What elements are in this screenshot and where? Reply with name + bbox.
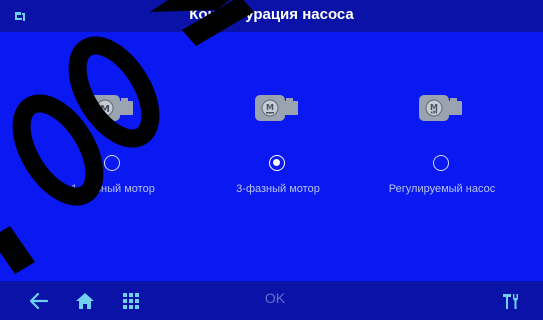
grid-menu-icon [123, 292, 139, 309]
variable-pump-icon: M [419, 95, 462, 121]
three-phase-motor-icon: M [255, 95, 298, 121]
single-phase-motor-icon: M [90, 95, 133, 121]
tools-button[interactable] [495, 281, 529, 320]
option-variable-pump[interactable]: M Регулируемый насос [367, 92, 517, 202]
screen: Конфигурация насоса M 1-фазный мотор M 3… [0, 0, 543, 320]
menu-button[interactable] [114, 281, 148, 320]
home-button[interactable] [68, 281, 102, 320]
option-label: 3-фазный мотор [236, 183, 320, 195]
radio-three-phase-motor[interactable] [269, 155, 285, 171]
option-single-phase-motor[interactable]: M 1-фазный мотор [38, 92, 188, 202]
svg-text:M: M [266, 103, 274, 112]
radio-variable-pump[interactable] [433, 155, 449, 171]
page-title: Конфигурация насоса [189, 6, 354, 23]
radio-single-phase-motor[interactable] [104, 155, 120, 171]
option-label: Регулируемый насос [388, 183, 496, 195]
back-button[interactable] [22, 281, 56, 320]
tools-icon [503, 293, 518, 309]
home-icon [76, 292, 94, 309]
ok-button[interactable]: OK [250, 290, 300, 306]
arrow-left-icon [30, 292, 48, 309]
option-label: 1-фазный мотор [71, 183, 155, 195]
bottom-bar: OK [0, 281, 543, 320]
option-three-phase-motor[interactable]: M 3-фазный мотор [203, 92, 353, 202]
svg-text:M: M [100, 104, 110, 115]
title-bar: Конфигурация насоса [0, 0, 543, 32]
